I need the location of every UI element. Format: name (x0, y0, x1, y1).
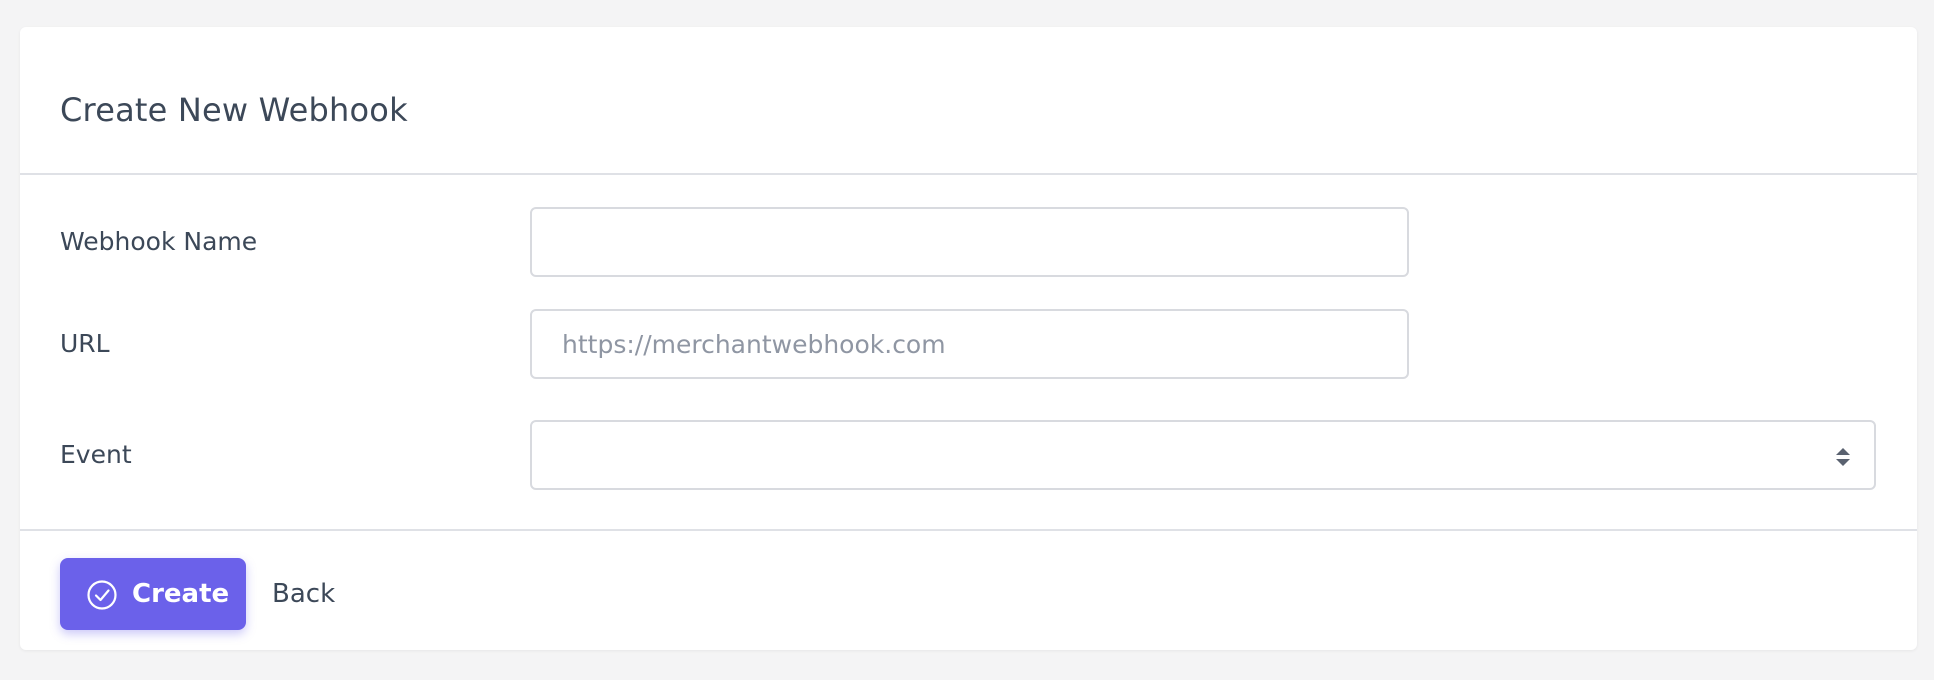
event-label: Event (60, 440, 132, 469)
webhook-name-label: Webhook Name (60, 227, 258, 256)
sort-arrows-icon (1836, 448, 1850, 466)
url-label: URL (60, 329, 110, 358)
create-webhook-card: Create New Webhook Webhook Name URL Even… (20, 27, 1917, 650)
card-header: Create New Webhook (20, 27, 1917, 175)
webhook-name-input[interactable] (530, 207, 1409, 277)
event-row: Event (20, 420, 1917, 490)
url-input[interactable] (530, 309, 1409, 379)
create-button[interactable]: Create (60, 558, 246, 630)
webhook-name-row: Webhook Name (20, 207, 1917, 277)
back-link[interactable]: Back (272, 558, 335, 630)
event-select[interactable] (530, 420, 1876, 490)
page-title: Create New Webhook (60, 91, 408, 129)
url-row: URL (20, 309, 1917, 379)
card-footer: Create Back (20, 529, 1917, 650)
create-button-label: Create (132, 579, 230, 609)
check-circle-icon (87, 580, 117, 610)
